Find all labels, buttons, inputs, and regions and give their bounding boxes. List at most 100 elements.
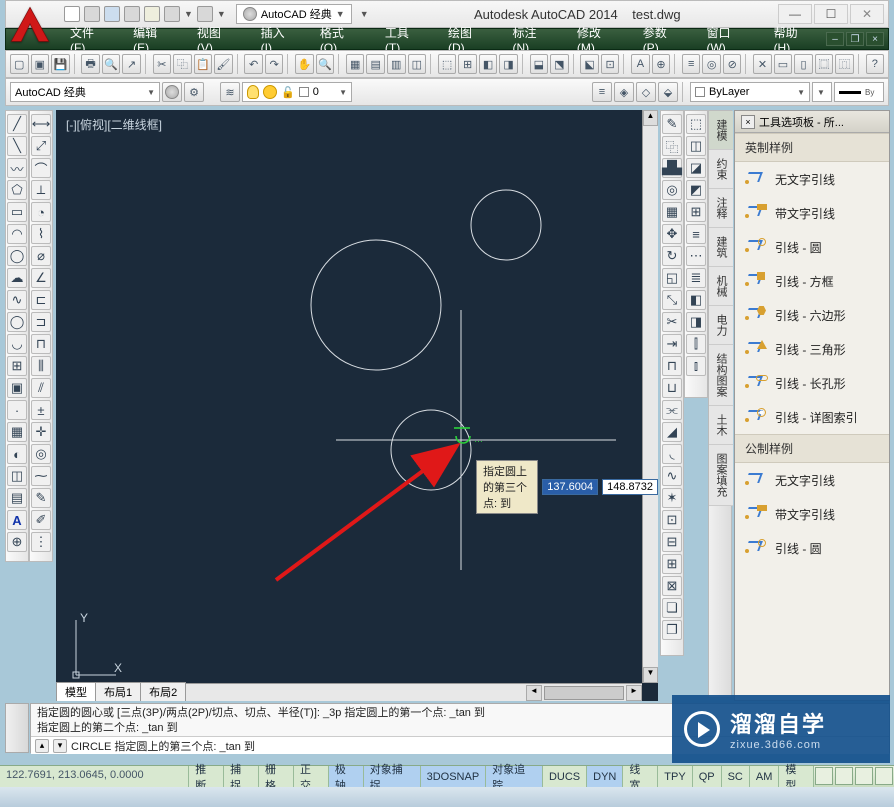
lineweight-combo[interactable]: ▼ xyxy=(812,82,832,102)
tb-icon-18[interactable]: ✕ xyxy=(753,54,772,74)
dimstyle-icon[interactable]: ⋮ xyxy=(31,532,51,552)
ellipse-icon[interactable]: ◯ xyxy=(7,312,27,332)
ord-2[interactable]: ◫ xyxy=(686,136,706,156)
menu-draw[interactable]: 绘图(D) xyxy=(436,29,500,49)
insert-icon[interactable]: ⊞ xyxy=(7,356,27,376)
move-icon[interactable]: ✥ xyxy=(662,224,682,244)
tb-icon-5[interactable]: ⬚ xyxy=(438,54,457,74)
status-qp[interactable]: QP xyxy=(693,766,722,787)
paste-icon[interactable]: 📋 xyxy=(194,54,213,74)
qat-redo-dd[interactable]: ▼ xyxy=(217,9,226,19)
tb-icon-13[interactable]: A xyxy=(631,54,650,74)
palette-item-textleader[interactable]: 带文字引线 xyxy=(735,196,889,230)
menu-view[interactable]: 视图(V) xyxy=(185,29,249,49)
lyr-icon-3[interactable]: ◇ xyxy=(636,82,656,102)
menu-tools[interactable]: 工具(T) xyxy=(373,29,436,49)
tb-icon-20[interactable]: ▯ xyxy=(794,54,813,74)
qat-save-icon[interactable] xyxy=(104,6,120,22)
status-ortho[interactable]: 正交 xyxy=(294,766,329,787)
plot-icon[interactable]: 🖶 xyxy=(81,54,100,74)
tb-icon-6[interactable]: ⊞ xyxy=(458,54,477,74)
redo-icon[interactable]: ↷ xyxy=(265,54,284,74)
cmd-expand-icon[interactable]: ▴ xyxy=(35,739,49,753)
ord-7[interactable]: ⋯ xyxy=(686,246,706,266)
layer-prop-icon[interactable]: ≋ xyxy=(220,82,240,102)
status-snap[interactable]: 捕捉 xyxy=(224,766,259,787)
ws-settings-icon[interactable] xyxy=(162,82,182,102)
ord-9[interactable]: ◧ xyxy=(686,290,706,310)
lyr-icon-1[interactable]: ≡ xyxy=(592,82,612,102)
cmd-recent-icon[interactable]: ▾ xyxy=(53,739,67,753)
close-button[interactable]: ✕ xyxy=(850,4,884,24)
tb-icon-21[interactable]: ⿴ xyxy=(815,54,834,74)
qat-undo-dd[interactable]: ▼ xyxy=(184,9,193,19)
maximize-button[interactable]: ☐ xyxy=(814,4,848,24)
tb-icon-19[interactable]: ▭ xyxy=(774,54,793,74)
status-dyn[interactable]: DYN xyxy=(587,766,623,787)
acc-tab-2[interactable]: 注释 xyxy=(709,189,733,228)
palette-item-detail[interactable]: 引线 - 详图索引 xyxy=(735,400,889,434)
acc-tab-0[interactable]: 建模 xyxy=(709,111,733,150)
gradient-icon[interactable]: ◐ xyxy=(7,444,27,464)
pan-icon[interactable]: ✋ xyxy=(295,54,314,74)
joglinear-icon[interactable]: ⁓ xyxy=(31,466,51,486)
qat-new-icon[interactable] xyxy=(64,6,80,22)
acc-tab-3[interactable]: 建筑 xyxy=(709,228,733,267)
qat-open-icon[interactable] xyxy=(84,6,100,22)
ellarc-icon[interactable]: ◡ xyxy=(7,334,27,354)
match-icon[interactable]: 🖌 xyxy=(214,54,233,74)
status-am[interactable]: AM xyxy=(750,766,780,787)
scroll-left-icon[interactable]: ◄ xyxy=(526,685,542,701)
zoom-icon[interactable]: 🔍 xyxy=(316,54,335,74)
ord-4[interactable]: ◩ xyxy=(686,180,706,200)
join-icon[interactable]: ⫘ xyxy=(662,400,682,420)
polygon-icon[interactable]: ⬠ xyxy=(7,180,27,200)
xline-icon[interactable]: ╲ xyxy=(7,136,27,156)
extend-icon[interactable]: ⇥ xyxy=(662,334,682,354)
drawing-canvas[interactable]: [-][俯视][二维线框] … Y X 指定圆上的第三个点: 到 137 xyxy=(56,110,658,701)
dim-jog-icon[interactable]: ⌇ xyxy=(31,224,51,244)
rect-icon[interactable]: ▭ xyxy=(7,202,27,222)
palette-item-slot[interactable]: 引线 - 长孔形 xyxy=(735,366,889,400)
acc-tab-4[interactable]: 机械 xyxy=(709,267,733,306)
pline-icon[interactable]: 〰 xyxy=(7,158,27,178)
ord-3[interactable]: ◪ xyxy=(686,158,706,178)
qat-saveas-icon[interactable] xyxy=(124,6,140,22)
workspace-combo[interactable]: AutoCAD 经典 ▼ xyxy=(10,82,160,102)
doc-close-button[interactable]: × xyxy=(866,32,884,46)
offset-icon[interactable]: ◎ xyxy=(662,180,682,200)
tb-icon-2[interactable]: ▤ xyxy=(366,54,385,74)
tb-icon-11[interactable]: ⬕ xyxy=(580,54,599,74)
lyr-icon-4[interactable]: ⬙ xyxy=(658,82,678,102)
palette-item2-noleader[interactable]: 无文字引线 xyxy=(735,463,889,497)
dim-base-icon[interactable]: ⊐ xyxy=(31,312,51,332)
revcloud-icon[interactable]: ☁ xyxy=(7,268,27,288)
dimted-icon[interactable]: ✐ xyxy=(31,510,51,530)
trim-icon[interactable]: ✂ xyxy=(662,312,682,332)
ord-10[interactable]: ◨ xyxy=(686,312,706,332)
palette-close-icon[interactable]: × xyxy=(741,115,755,129)
break2-icon[interactable]: ⊔ xyxy=(662,378,682,398)
ord-6[interactable]: ≡ xyxy=(686,224,706,244)
app-menu-button[interactable] xyxy=(8,4,52,48)
qat-more-dd[interactable]: ▼ xyxy=(360,9,369,19)
ws-gear-icon[interactable]: ⚙ xyxy=(184,82,204,102)
scroll-down-icon[interactable]: ▼ xyxy=(643,667,658,683)
lyr-icon-2[interactable]: ◈ xyxy=(614,82,634,102)
dim-aligned-icon[interactable]: ⤢ xyxy=(31,136,51,156)
ord-1[interactable]: ⬚ xyxy=(686,114,706,134)
status-tpy[interactable]: TPY xyxy=(658,766,692,787)
tb-icon-22[interactable]: ⿵ xyxy=(835,54,854,74)
save-icon[interactable]: 💾 xyxy=(51,54,70,74)
status-osnap[interactable]: 对象捕捉 xyxy=(364,766,421,787)
palette-item-circle[interactable]: 引线 - 圆 xyxy=(735,230,889,264)
undo-icon[interactable]: ↶ xyxy=(244,54,263,74)
qat-redo-icon[interactable] xyxy=(197,6,213,22)
region-icon[interactable]: ◫ xyxy=(7,466,27,486)
spline-icon[interactable]: ∿ xyxy=(7,290,27,310)
palette-item-hex[interactable]: 引线 - 六边形 xyxy=(735,298,889,332)
menu-help[interactable]: 帮助(H) xyxy=(762,29,826,49)
status-model-button[interactable]: 模型 xyxy=(779,766,814,787)
status-polar[interactable]: 极轴 xyxy=(329,766,364,787)
tb-icon-16[interactable]: ◎ xyxy=(702,54,721,74)
